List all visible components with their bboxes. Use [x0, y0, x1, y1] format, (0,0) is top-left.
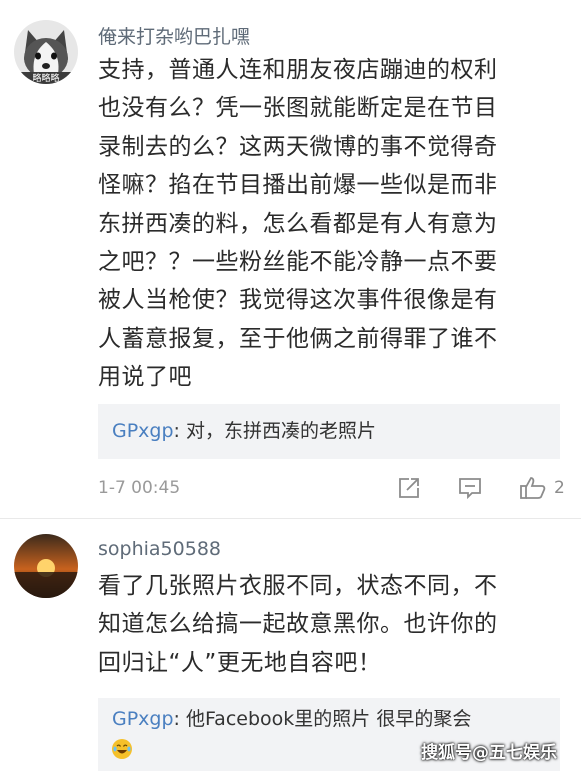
- like-count: 2: [554, 478, 565, 498]
- comment-line: 回归让“人”更无地自容吧！: [98, 649, 382, 676]
- comment-line: 被人当枪使？我觉得这次事件很像是有: [98, 287, 498, 314]
- reply-comment-icon[interactable]: [457, 475, 483, 506]
- avatar[interactable]: [14, 534, 78, 598]
- comment-line: 之吧？？一些粉丝能不能冷静一点不要: [98, 249, 498, 276]
- reply-text: 他Facebook里的照片 很早的聚会: [186, 708, 472, 730]
- comment-line: 知道怎么给搞一起故意黑你。也许你的: [98, 611, 498, 638]
- sunset-avatar-icon: [14, 534, 78, 598]
- reply-username[interactable]: GPxgp: [112, 420, 174, 442]
- watermark: 搜狐号@五七娱乐: [421, 743, 557, 763]
- comment-line: 支持，普通人连和朋友夜店蹦迪的权利: [98, 57, 498, 83]
- avatar[interactable]: 略略略: [14, 20, 78, 84]
- comment-line: 人蓄意报复，至于他俩之前得罪了谁不: [98, 325, 498, 352]
- comment-meta: 1-7 00:45 2: [98, 475, 568, 503]
- reply-line: GPxgp: 他Facebook里的照片 很早的聚会: [112, 704, 546, 735]
- comment-line: 用说了吧: [98, 364, 192, 391]
- reply-separator: :: [173, 420, 186, 442]
- comment-line: 东拼西凑的料，怎么看都是有人有意为: [98, 210, 498, 237]
- comment-line: 也没有么？凭一张图就能断定是在节目: [98, 95, 498, 122]
- reply-username[interactable]: GPxgp: [112, 708, 174, 730]
- comment-text: 看了几张照片衣服不同，状态不同，不 知道怎么给搞一起故意黑你。也许你的 回归让“…: [98, 567, 560, 682]
- comment-line: 怪嘛？掐在节目播出前爆一些似是而非: [98, 172, 498, 199]
- share-icon[interactable]: [396, 475, 422, 506]
- comment-divider: [0, 518, 581, 519]
- comment-line: 录制去的么？这两天微博的事不觉得奇: [98, 133, 498, 160]
- username[interactable]: sophia50588: [98, 538, 221, 560]
- laughing-tears-emoji-icon: [112, 739, 132, 759]
- avatar-caption: 略略略: [32, 74, 60, 84]
- reply-separator: :: [173, 708, 186, 730]
- reply-box[interactable]: GPxgp: 对，东拼西凑的老照片: [98, 404, 560, 459]
- like-icon[interactable]: [519, 475, 547, 506]
- reply-text: 对，东拼西凑的老照片: [186, 420, 377, 442]
- comment-text: 支持，普通人连和朋友夜店蹦迪的权利 也没有么？凭一张图就能断定是在节目 录制去的…: [98, 51, 560, 397]
- timestamp: 1-7 00:45: [98, 478, 181, 498]
- username[interactable]: 俺来打杂哟巴扎嘿: [98, 22, 250, 49]
- comment-line: 看了几张照片衣服不同，状态不同，不: [98, 573, 498, 599]
